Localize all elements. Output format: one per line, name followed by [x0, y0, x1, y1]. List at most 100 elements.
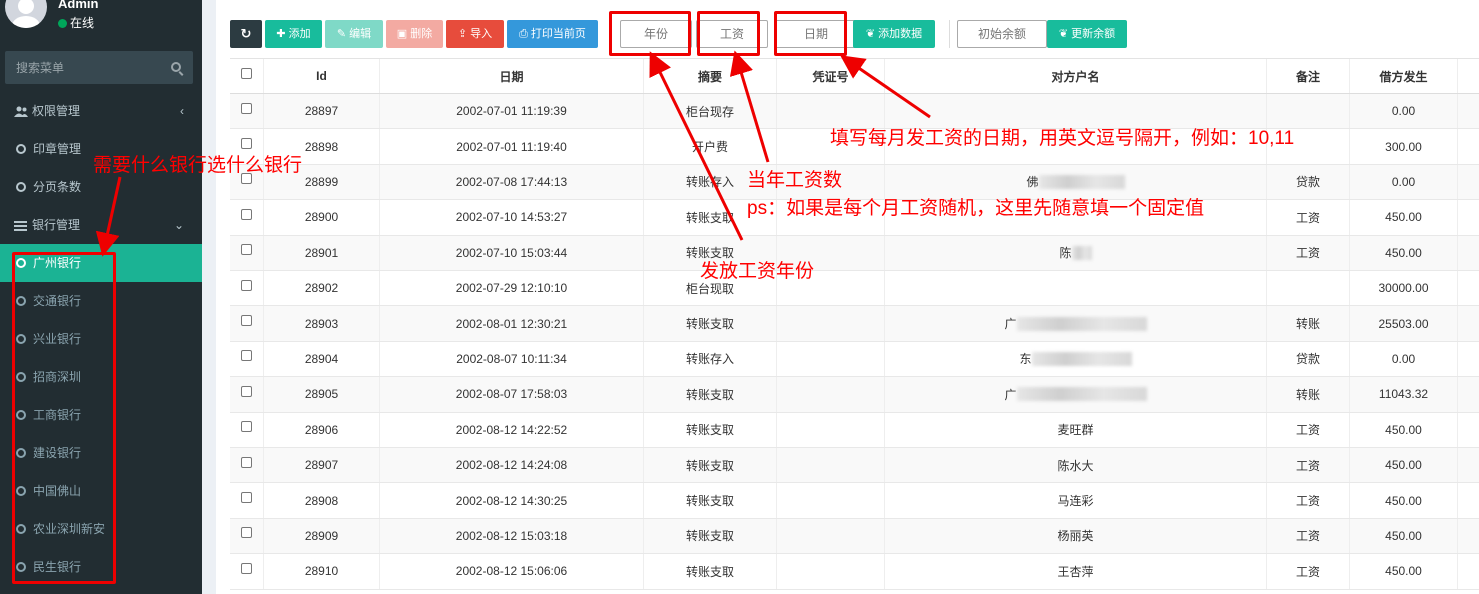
- row-checkbox[interactable]: [241, 279, 252, 291]
- delete-button-label: 删除: [410, 28, 433, 40]
- table-row[interactable]: 28908 2002-08-12 14:30:25 转账支取 马连彩 工资 450.00: [230, 483, 1479, 519]
- table-row[interactable]: 28902 2002-07-29 12:10:10 柜台现取 30000.00: [230, 271, 1479, 307]
- date-cell: 2002-07-29 12:10:10: [379, 271, 643, 306]
- list-icon: [14, 206, 27, 244]
- print-button[interactable]: ⎙ 打印当前页: [507, 20, 598, 48]
- row-checkbox[interactable]: [241, 456, 252, 468]
- year-hint-text: 发放工资年份: [700, 261, 815, 282]
- bank-hint-text: 需要什么银行选什么银行: [93, 155, 303, 176]
- note-cell: 贷款: [1266, 164, 1349, 200]
- debit-cell: 0.00: [1349, 164, 1457, 200]
- sidebar-item-permission[interactable]: 权限管理 ‹: [0, 92, 202, 130]
- row-checkbox[interactable]: [241, 315, 252, 327]
- import-button[interactable]: ⇪ 导入: [446, 20, 504, 48]
- party-name: 杨丽英: [1057, 529, 1094, 544]
- row-select-cell: [230, 271, 263, 305]
- party-name: 佛: [1026, 175, 1039, 190]
- update-balance-button[interactable]: ❦ 更新余额: [1047, 20, 1127, 48]
- row-checkbox[interactable]: [241, 138, 252, 150]
- summary-cell: 转账支取: [643, 448, 776, 483]
- row-checkbox[interactable]: [241, 421, 252, 433]
- add-data-button-label: 添加数据: [878, 28, 923, 40]
- table-row[interactable]: 28901 2002-07-10 15:03:44 转账支取陈工资 450.00: [230, 235, 1479, 271]
- row-select-cell: [230, 483, 263, 517]
- party-name: 广: [1004, 387, 1017, 402]
- extra-cell: [1457, 200, 1479, 235]
- row-select-cell: [230, 342, 263, 376]
- search-icon[interactable]: [171, 62, 181, 72]
- row-checkbox[interactable]: [241, 492, 252, 504]
- debit-cell: 450.00: [1349, 554, 1457, 589]
- row-checkbox[interactable]: [241, 385, 252, 397]
- user-status-text: 在线: [70, 16, 95, 30]
- table-row[interactable]: 28906 2002-08-12 14:22:52 转账支取 麦旺群 工资 450.00: [230, 412, 1479, 448]
- row-checkbox[interactable]: [241, 527, 252, 539]
- summary-cell: 柜台现存: [643, 94, 776, 129]
- note-cell: 工资: [1266, 518, 1349, 554]
- voucher-cell: [776, 518, 884, 554]
- add-data-button[interactable]: ❦ 添加数据: [853, 20, 935, 48]
- row-select-cell: [230, 94, 263, 128]
- note-cell: 工资: [1266, 412, 1349, 447]
- column-header: 凭证号: [776, 59, 884, 93]
- salary-hint-text: 当年工资数: [747, 170, 843, 191]
- table-row[interactable]: 28909 2002-08-12 15:03:18 转账支取 杨丽英 工资 450.00: [230, 518, 1479, 555]
- row-checkbox[interactable]: [241, 102, 252, 114]
- sidebar-item-permission-label: 权限管理: [32, 104, 81, 118]
- add-button[interactable]: ✚ 添加: [265, 20, 322, 48]
- id-cell: 28903: [263, 306, 379, 341]
- date-cell: 2002-07-01 11:19:40: [379, 129, 643, 164]
- summary-cell: 转账支取: [643, 518, 776, 554]
- voucher-cell: [776, 554, 884, 589]
- summary-cell: 转账支取: [643, 306, 776, 341]
- circle-icon: [16, 144, 26, 154]
- edit-button[interactable]: ✎ 编辑: [325, 20, 383, 48]
- chevron-left-icon: ‹: [180, 104, 184, 118]
- table-row[interactable]: 28903 2002-08-01 12:30:21 转账支取 广 转账 25503.00: [230, 306, 1479, 342]
- sidebar-item-seal-label: 印章管理: [33, 142, 82, 156]
- refresh-button[interactable]: ↻: [230, 20, 262, 48]
- date-cell: 2002-07-10 14:53:27: [379, 200, 643, 235]
- party-cell: [884, 271, 1266, 306]
- id-cell: 28907: [263, 448, 379, 483]
- select-all-checkbox[interactable]: [241, 67, 252, 79]
- date-cell: 2002-08-12 14:24:08: [379, 448, 643, 483]
- row-checkbox[interactable]: [241, 244, 252, 256]
- date-hint-text: 填写每月发工资的日期，用英文逗号隔开，例如：10,11: [830, 128, 1295, 149]
- avatar[interactable]: [5, 0, 47, 28]
- table-row[interactable]: 28907 2002-08-12 14:24:08 转账支取 陈水大 工资 450.00: [230, 448, 1479, 484]
- extra-cell: [1457, 483, 1479, 518]
- add-button-label: 添加: [288, 28, 311, 40]
- party-name: 广: [1004, 317, 1017, 332]
- initial-balance-input[interactable]: [957, 20, 1047, 48]
- row-checkbox[interactable]: [241, 350, 252, 362]
- sidebar-search: [5, 51, 193, 84]
- debit-cell: 450.00: [1349, 448, 1457, 483]
- note-cell: 工资: [1266, 483, 1349, 518]
- row-checkbox[interactable]: [241, 208, 252, 220]
- party-name: 王杏萍: [1057, 564, 1094, 579]
- table-row[interactable]: 28904 2002-08-07 10:11:34 转账存入 东 贷款 0.00: [230, 341, 1479, 378]
- row-select-cell: [230, 519, 263, 553]
- party-cell: 陈水大: [884, 448, 1266, 483]
- party-name: 麦旺群: [1057, 423, 1094, 438]
- voucher-cell: [776, 412, 884, 447]
- party-cell: 陈: [884, 235, 1266, 270]
- id-cell: 28901: [263, 235, 379, 270]
- extra-cell: [1457, 412, 1479, 447]
- search-input[interactable]: [5, 51, 155, 84]
- debit-cell: 300.00: [1349, 129, 1457, 164]
- voucher-cell: [776, 306, 884, 341]
- table-row[interactable]: 28905 2002-08-07 17:58:03 转账支取 广 转账 11043.32: [230, 377, 1479, 413]
- row-select-cell: [230, 448, 263, 482]
- extra-cell: [1457, 271, 1479, 306]
- date-cell: 2002-07-01 11:19:39: [379, 94, 643, 129]
- select-all-cell: [230, 59, 263, 93]
- delete-button[interactable]: ▣ 删除: [386, 20, 443, 48]
- party-name: 马连彩: [1057, 494, 1094, 509]
- extra-cell: [1457, 518, 1479, 554]
- row-checkbox[interactable]: [241, 562, 252, 574]
- column-header: 对方户名: [884, 59, 1266, 93]
- table-row[interactable]: 28910 2002-08-12 15:06:06 转账支取 王杏萍 工资 450.00: [230, 554, 1479, 590]
- sidebar-item-bank-mgmt[interactable]: 银行管理 ⌄: [0, 206, 202, 244]
